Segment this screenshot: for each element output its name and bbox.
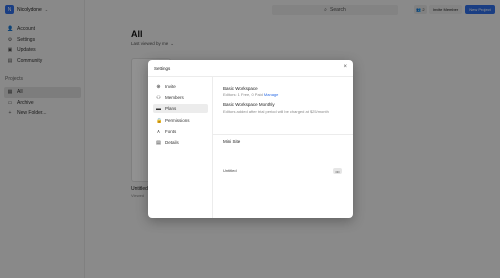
minisite-value: Untitled [223, 168, 237, 173]
tab-invite[interactable]: ⊕ Invite [153, 82, 208, 91]
modal-title: Settings [154, 66, 171, 71]
monthly-plan-text: Editors added after trial period will be… [223, 109, 329, 114]
lock-icon: 🔒 [156, 117, 163, 124]
tab-label: Invite [165, 84, 176, 89]
settings-nav: ⊕ Invite ⚇ Members ▬ Plans 🔒 Permissions… [148, 77, 213, 218]
tab-members[interactable]: ⚇ Members [153, 93, 208, 102]
minisite-heading: Mini Site [223, 139, 241, 144]
plan-name: Basic Workspace [223, 86, 258, 91]
plans-icon: ▬ [156, 105, 161, 112]
members-icon: ⚇ [156, 94, 161, 101]
plan-details: Editors: 1 Free, 0 Paid [223, 92, 263, 97]
tab-details[interactable]: ▤ Details [153, 138, 208, 147]
tab-label: Plans [165, 106, 177, 111]
modal-header: Settings × [148, 60, 353, 77]
tab-label: Permissions [165, 118, 190, 123]
manage-link[interactable]: Manage [264, 92, 278, 97]
tab-fonts[interactable]: ᴀ Fonts [153, 127, 208, 136]
tab-permissions[interactable]: 🔒 Permissions [153, 116, 208, 125]
close-icon[interactable]: × [343, 64, 347, 70]
tab-label: Fonts [165, 129, 177, 134]
plans-panel: Basic Workspace Editors: 1 Free, 0 Paid … [213, 77, 353, 218]
details-icon: ▤ [156, 139, 161, 146]
tab-plans[interactable]: ▬ Plans [153, 104, 208, 113]
fonts-icon: ᴀ [157, 128, 160, 135]
settings-modal: Settings × ⊕ Invite ⚇ Members ▬ Plans 🔒 … [148, 60, 353, 218]
tab-label: Details [165, 140, 179, 145]
invite-icon: ⊕ [156, 83, 161, 90]
minisite-menu-button[interactable]: ••• [333, 168, 342, 174]
plan-details-row: Editors: 1 Free, 0 Paid Manage [223, 92, 278, 97]
tab-label: Members [165, 95, 184, 100]
monthly-plan-heading: Basic Workspace Monthly [223, 102, 275, 107]
section-divider [213, 134, 353, 135]
